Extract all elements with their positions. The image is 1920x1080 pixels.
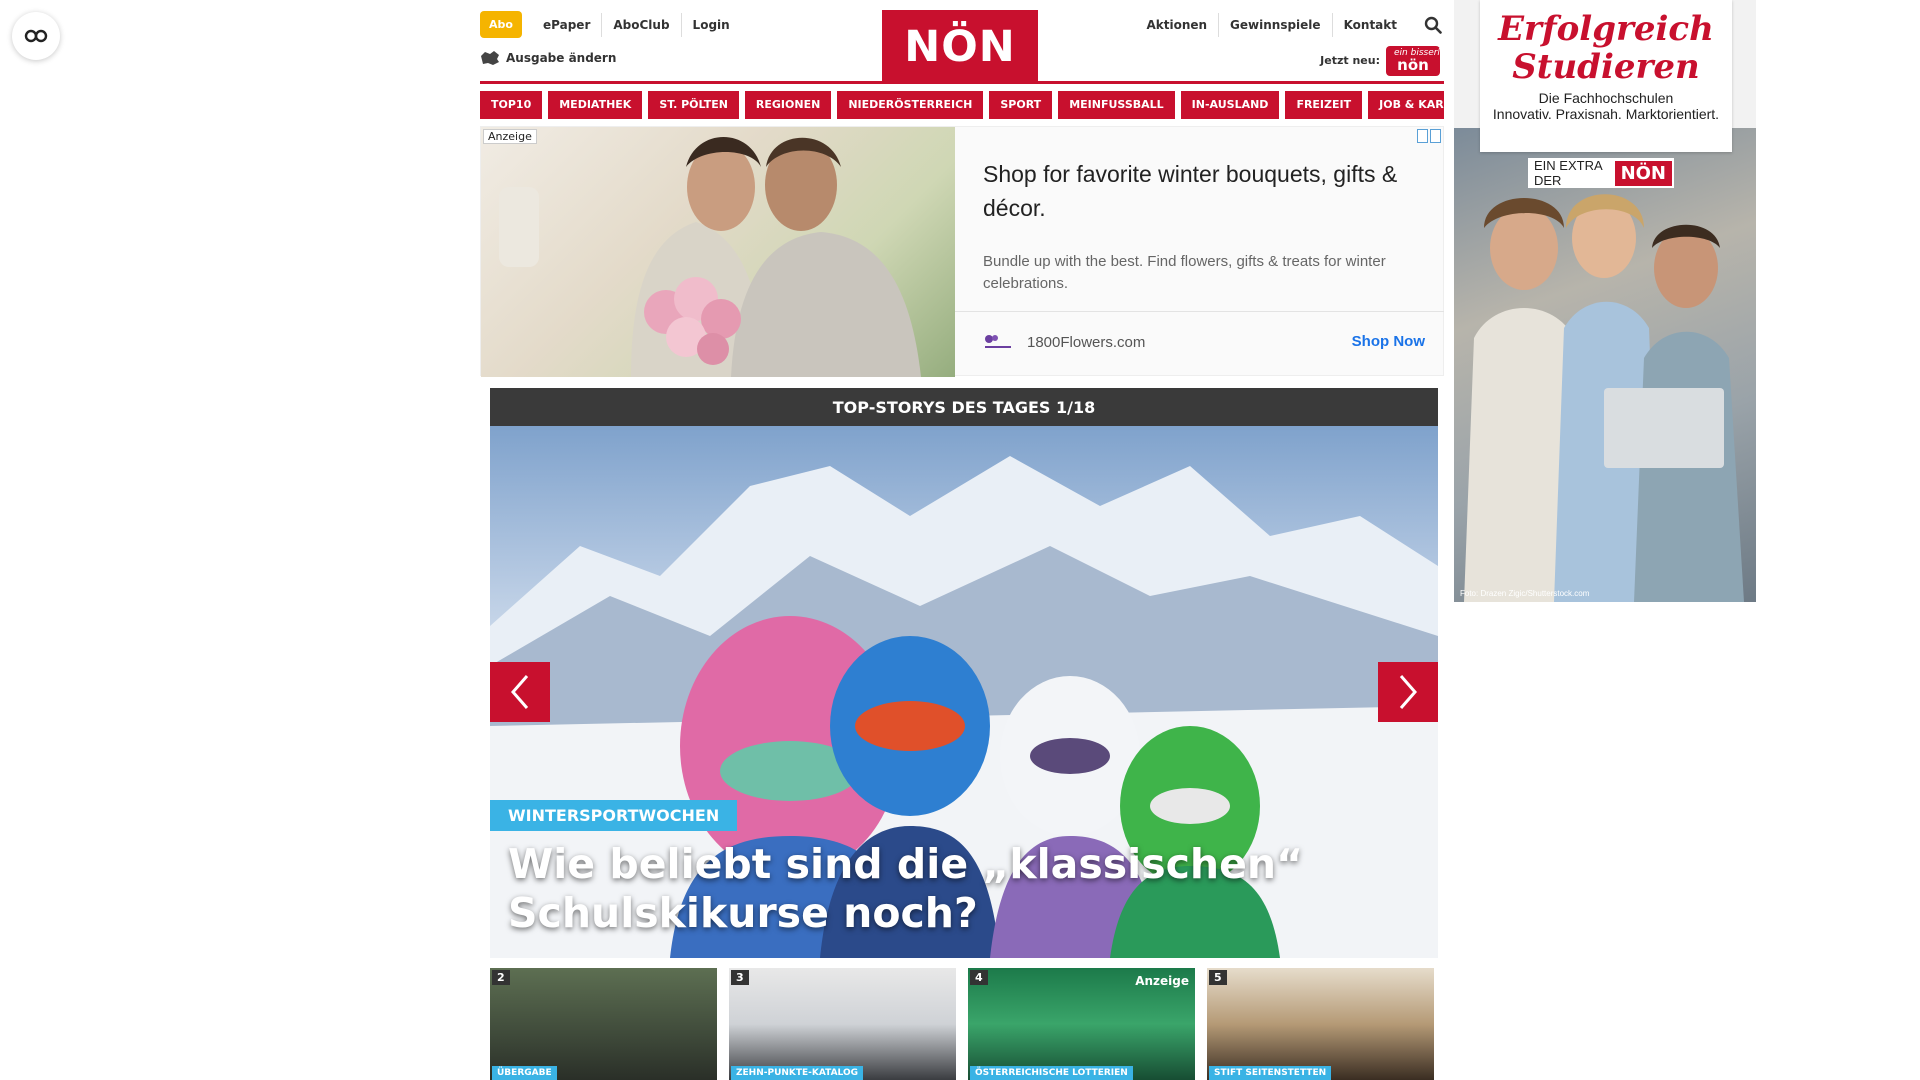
- map-icon: [481, 51, 499, 65]
- extra-logo: NÖN: [1614, 160, 1672, 186]
- thumb-tag: ZEHN-PUNKTE-KATALOG: [731, 1066, 864, 1080]
- abo-button[interactable]: Abo: [480, 11, 522, 38]
- ad-description: Bundle up with the best. Find flowers, g…: [983, 253, 1386, 292]
- side-ad-extra: EIN EXTRA DER NÖN: [1528, 158, 1674, 188]
- side-ad-header: Erfolgreich Studieren Die Fachhochschule…: [1480, 0, 1732, 152]
- thumb-number: 5: [1209, 970, 1227, 985]
- search-icon[interactable]: [1424, 16, 1442, 34]
- site-container: Abo ePaper AboClub Login Aktionen Gewinn…: [480, 0, 1444, 1080]
- nav-item-niederoesterreich[interactable]: NIEDERÖSTERREICH: [837, 91, 984, 119]
- glasses-icon: [24, 29, 48, 43]
- nav-item-sport[interactable]: SPORT: [989, 91, 1053, 119]
- side-ad-headline-2: Studieren: [1512, 47, 1700, 87]
- thumb-number: 2: [492, 970, 510, 985]
- side-ad[interactable]: Foto: Drazen Zigic/Shutterstock.com Erfo…: [1454, 0, 1756, 602]
- thumb-number: 4: [970, 970, 988, 985]
- side-ad-photo: Foto: Drazen Zigic/Shutterstock.com: [1454, 128, 1756, 602]
- gewinnspiele-link[interactable]: Gewinnspiele: [1219, 13, 1333, 37]
- story-thumb-3[interactable]: 3 ZEHN-PUNKTE-KATALOG: [729, 968, 956, 1080]
- hero-category-tag[interactable]: WINTERSPORTWOCHEN: [490, 800, 738, 831]
- adchoices-icon[interactable]: [1417, 129, 1428, 143]
- nav-item-freizeit[interactable]: FREIZEIT: [1285, 91, 1363, 119]
- thumb-tag: ÖSTERREICHISCHE LOTTERIEN: [970, 1066, 1133, 1080]
- ad-label: Anzeige: [483, 129, 537, 144]
- story-thumbnails: 2 ÜBERGABE 3 ZEHN-PUNKTE-KATALOG 4 Anzei…: [490, 968, 1438, 1080]
- extra-label: EIN EXTRA DER: [1534, 158, 1602, 188]
- nav-item-mediathek[interactable]: MEDIATHEK: [548, 91, 643, 119]
- story-thumb-2[interactable]: 2 ÜBERGABE: [490, 968, 717, 1080]
- students-illustration: [1464, 194, 1744, 602]
- thumb-ad-label: Anzeige: [1135, 974, 1189, 988]
- nav-item-in-ausland[interactable]: IN-AUSLAND: [1180, 91, 1280, 119]
- ad-title[interactable]: Shop for favorite winter bouquets, gifts…: [983, 157, 1423, 225]
- next-story-button[interactable]: [1378, 662, 1438, 722]
- kontakt-link[interactable]: Kontakt: [1333, 13, 1408, 37]
- close-icon[interactable]: [1430, 129, 1441, 143]
- couple-illustration: [499, 137, 921, 377]
- top-links: ePaper AboClub Login: [532, 13, 741, 37]
- photo-credit: Foto: Drazen Zigic/Shutterstock.com: [1460, 589, 1590, 598]
- nav-item-job-karriere[interactable]: JOB & KARRIERE: [1368, 91, 1444, 119]
- side-ad-sub-2: Innovativ. Praxisnah. Marktorientiert.: [1492, 106, 1720, 122]
- hero-story[interactable]: WINTERSPORTWOCHEN Wie beliebt sind die „…: [490, 426, 1438, 958]
- banner-ad[interactable]: Anzeige Shop for favorite winter bouquet…: [480, 126, 1444, 377]
- nav-item-st-poelten[interactable]: ST. PÖLTEN: [648, 91, 739, 119]
- edition-switch[interactable]: Ausgabe ändern: [480, 50, 616, 66]
- edition-label: Ausgabe ändern: [506, 51, 617, 65]
- jetzt-neu-label: Jetzt neu:: [1320, 54, 1380, 67]
- site-logo[interactable]: NÖN: [882, 10, 1038, 83]
- hero-headline[interactable]: Wie beliebt sind die „klassischen“ Schul…: [508, 840, 1408, 938]
- right-links: Aktionen Gewinnspiele Kontakt: [1135, 13, 1408, 37]
- ad-divider: [955, 311, 1444, 312]
- thumb-tag: STIFT SEITENSTETTEN: [1209, 1066, 1332, 1080]
- badge-small-text: ein bisserl: [1394, 48, 1440, 58]
- reader-mode-button[interactable]: [12, 12, 60, 60]
- aboclub-link[interactable]: AboClub: [602, 13, 682, 37]
- side-ad-sub-1: Die Fachhochschulen: [1538, 90, 1674, 106]
- chevron-right-icon: [1399, 675, 1417, 709]
- flowers-logo-icon: [985, 335, 1011, 348]
- prev-story-button[interactable]: [490, 662, 550, 722]
- ad-choices[interactable]: [1417, 129, 1441, 143]
- thumb-number: 3: [731, 970, 749, 985]
- nav-item-meinfussball[interactable]: MEINFUSSBALL: [1058, 91, 1175, 119]
- top-stories-heading: TOP-STORYS DES TAGES 1/18: [490, 388, 1438, 426]
- thumb-tag: ÜBERGABE: [492, 1066, 557, 1080]
- nav-item-top10[interactable]: TOP10: [480, 91, 543, 119]
- header-divider: [480, 81, 1444, 84]
- aktionen-link[interactable]: Aktionen: [1135, 13, 1220, 37]
- story-thumb-5[interactable]: 5 STIFT SEITENSTETTEN: [1207, 968, 1434, 1080]
- epaper-link[interactable]: ePaper: [532, 13, 603, 37]
- side-ad-headline-1: Erfolgreich: [1498, 9, 1714, 49]
- ad-brand[interactable]: 1800Flowers.com: [983, 333, 1145, 351]
- ad-brand-name: 1800Flowers.com: [1027, 333, 1146, 351]
- story-thumb-4[interactable]: 4 Anzeige ÖSTERREICHISCHE LOTTERIEN: [968, 968, 1195, 1080]
- nav-item-regionen[interactable]: REGIONEN: [744, 91, 832, 119]
- chevron-left-icon: [511, 675, 529, 709]
- badge-text: nön: [1397, 56, 1429, 74]
- main-nav: TOP10 MEDIATHEK ST. PÖLTEN REGIONEN NIED…: [480, 91, 1444, 119]
- kids-noen-badge[interactable]: ein bisserl nön: [1386, 46, 1440, 76]
- login-link[interactable]: Login: [682, 13, 741, 37]
- ad-image[interactable]: Anzeige: [481, 127, 955, 377]
- shop-now-button[interactable]: Shop Now: [1352, 333, 1425, 350]
